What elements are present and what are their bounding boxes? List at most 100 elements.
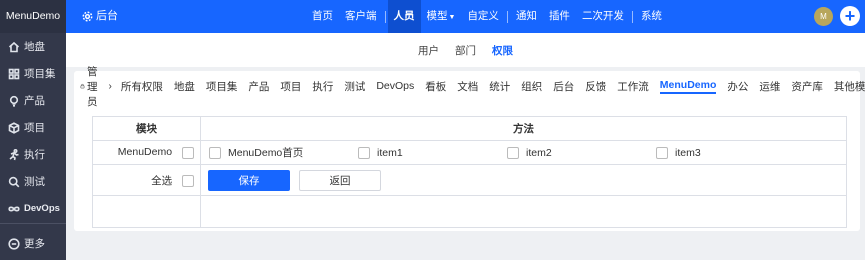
select-all-label: 全选 — [151, 174, 173, 187]
nav-divider — [384, 10, 386, 23]
module-tab[interactable]: 项目集 — [206, 79, 238, 94]
sidebar-item-label: 项目 — [24, 122, 45, 134]
sidebar-item-label: DevOps — [24, 203, 60, 214]
save-button[interactable]: 保存 — [208, 169, 290, 191]
sidebar-item-label: 项目集 — [24, 68, 56, 80]
sidebar-item-label: 执行 — [24, 149, 45, 161]
module-label: MenuDemo — [117, 146, 173, 159]
search-bug-icon — [8, 176, 20, 188]
sidebar-item-execution[interactable]: 执行 — [0, 141, 66, 168]
method-checkbox[interactable] — [209, 146, 221, 159]
back-button[interactable]: 返回 — [299, 169, 381, 191]
column-header-method: 方法 — [200, 116, 847, 141]
top-navbar: 后台 首页 客户端 人员 模型▼ 自定义 通知 插件 二次开发 系统 M + — [66, 0, 865, 33]
sidebar-item-product[interactable]: 产品 — [0, 87, 66, 114]
more-icon — [8, 237, 20, 250]
method-option[interactable]: item3 — [656, 146, 805, 159]
sidebar-item-dashboard[interactable]: 地盘 — [0, 33, 66, 60]
nav-model[interactable]: 模型▼ — [421, 0, 462, 33]
module-tab[interactable]: 项目 — [280, 79, 301, 94]
module-tab[interactable]: 所有权限 — [121, 79, 163, 94]
admin-group-label: 管理员 — [86, 65, 98, 108]
chevron-right-icon: › — [108, 80, 112, 92]
nav-custom[interactable]: 自定义 — [461, 0, 505, 33]
select-all-checkbox[interactable] — [182, 174, 194, 187]
tab-privileges[interactable]: 权限 — [492, 43, 513, 58]
run-icon — [8, 148, 20, 161]
top-nav-menu: 首页 客户端 人员 模型▼ 自定义 通知 插件 二次开发 系统 — [306, 0, 668, 33]
admin-home-label: 后台 — [96, 10, 118, 22]
module-tab[interactable]: 统计 — [489, 79, 510, 94]
module-tab[interactable]: 其他模块 — [834, 79, 865, 94]
method-option[interactable]: item2 — [507, 146, 656, 159]
methods-cell: MenuDemo首页 item1 item2 item3 — [200, 140, 847, 165]
app-logo: MenuDemo — [0, 0, 66, 33]
tab-users[interactable]: 用户 — [418, 43, 439, 58]
nav-plugin[interactable]: 插件 — [543, 0, 576, 33]
module-tab[interactable]: 地盘 — [174, 79, 195, 94]
nav-client[interactable]: 客户端 — [339, 0, 383, 33]
module-tab[interactable]: 测试 — [344, 79, 365, 94]
table-row: 全选 保存 返回 — [92, 164, 847, 196]
table-header-row: 模块 方法 — [92, 116, 847, 141]
module-tab[interactable]: 工作流 — [617, 79, 649, 94]
sidebar-item-test[interactable]: 测试 — [0, 168, 66, 195]
nav-model-label: 模型 — [426, 10, 448, 22]
sidebar-item-devops[interactable]: DevOps — [0, 195, 66, 222]
cube-icon — [8, 121, 20, 134]
module-tab[interactable]: 资产库 — [791, 79, 823, 94]
empty-cell — [200, 195, 847, 228]
method-label: MenuDemo首页 — [228, 147, 304, 159]
module-tab[interactable]: 执行 — [312, 79, 333, 94]
method-checkbox[interactable] — [507, 146, 519, 159]
method-label: item2 — [526, 146, 552, 159]
infinity-icon — [8, 203, 20, 215]
admin-group[interactable]: 管理员 › — [80, 64, 112, 109]
nav-secondary-dev[interactable]: 二次开发 — [576, 0, 630, 33]
module-cell: MenuDemo — [92, 140, 201, 165]
nav-home[interactable]: 首页 — [306, 0, 339, 33]
module-tab[interactable]: 反馈 — [585, 79, 606, 94]
admin-home-link[interactable]: 后台 — [82, 0, 118, 33]
sidebar-item-program[interactable]: 项目集 — [0, 60, 66, 87]
sidebar-item-more[interactable]: 更多 — [0, 230, 66, 257]
module-tab[interactable]: 办公 — [727, 79, 748, 94]
sidebar-divider — [0, 223, 66, 224]
method-label: item3 — [675, 146, 701, 159]
nav-notify[interactable]: 通知 — [510, 0, 543, 33]
method-checkbox[interactable] — [358, 146, 370, 159]
module-breadcrumb: 管理员 › 所有权限 地盘 项目集 产品 项目 执行 测试 DevOps 看板 … — [80, 66, 865, 108]
method-option[interactable]: MenuDemo首页 — [209, 145, 358, 160]
sidebar-item-label: 产品 — [24, 95, 45, 107]
method-checkbox[interactable] — [656, 146, 668, 159]
nav-people[interactable]: 人员 — [387, 0, 421, 33]
module-checkbox[interactable] — [182, 146, 194, 159]
table-row: MenuDemo MenuDemo首页 item1 item2 item3 — [92, 140, 847, 165]
module-tab-menudemo[interactable]: MenuDemo — [659, 79, 717, 94]
privilege-table: 模块 方法 MenuDemo MenuDemo首页 item1 item2 it… — [92, 116, 847, 228]
select-all-cell: 全选 — [92, 164, 201, 196]
sidebar-item-project[interactable]: 项目 — [0, 114, 66, 141]
home-icon — [8, 41, 20, 53]
sub-navbar: 用户 部门 权限 — [66, 33, 865, 67]
module-tab[interactable]: DevOps — [376, 80, 414, 92]
plus-icon[interactable]: + — [840, 6, 860, 26]
avatar[interactable]: M — [814, 7, 833, 26]
sidebar: MenuDemo 地盘 项目集 产品 项目 执行 测试 DevOps 更多 — [0, 0, 66, 260]
module-tab[interactable]: 产品 — [248, 79, 269, 94]
module-tab[interactable]: 文档 — [457, 79, 478, 94]
column-header-module: 模块 — [92, 116, 201, 141]
module-tab[interactable]: 看板 — [425, 79, 446, 94]
module-tab[interactable]: 组织 — [521, 79, 542, 94]
sidebar-item-label: 地盘 — [24, 41, 45, 53]
method-option[interactable]: item1 — [358, 146, 507, 159]
tab-departments[interactable]: 部门 — [455, 43, 476, 58]
nav-divider — [631, 10, 633, 23]
module-tab[interactable]: 后台 — [553, 79, 574, 94]
sidebar-item-label: 更多 — [24, 238, 45, 250]
module-tab[interactable]: 运维 — [759, 79, 780, 94]
lightbulb-icon — [8, 95, 20, 107]
nav-system[interactable]: 系统 — [635, 0, 668, 33]
lock-icon — [80, 83, 85, 89]
gear-icon — [82, 11, 93, 22]
